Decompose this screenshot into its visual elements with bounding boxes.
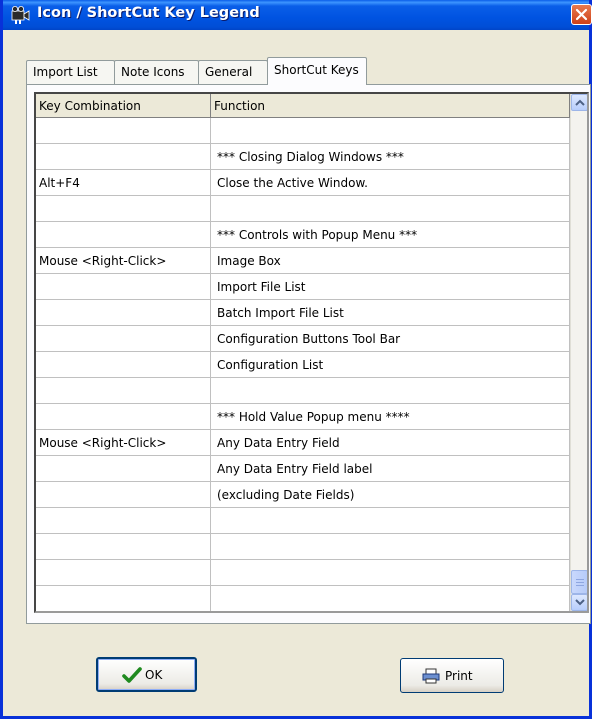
key-combination-cell[interactable]: Mouse <Right-Click> (36, 248, 211, 274)
table-row[interactable]: *** Closing Dialog Windows *** (36, 144, 570, 170)
function-cell[interactable]: Import File List (211, 274, 570, 300)
key-combination-cell[interactable]: Mouse <Right-Click> (36, 430, 211, 456)
function-cell[interactable]: *** Closing Dialog Windows *** (211, 144, 570, 170)
ok-button[interactable]: OK (96, 657, 197, 692)
table-row[interactable]: Any Data Entry Field label (36, 456, 570, 482)
key-combination-cell[interactable] (36, 508, 211, 534)
key-combination-cell[interactable] (36, 118, 211, 144)
print-button[interactable]: Print (400, 658, 504, 693)
film-reel-icon (11, 6, 30, 24)
shortcut-grid[interactable]: Key Combination Function *** Closing Dia… (34, 92, 589, 613)
close-button[interactable] (571, 4, 592, 25)
key-combination-cell[interactable] (36, 274, 211, 300)
table-row[interactable]: *** Hold Value Popup menu **** (36, 404, 570, 430)
key-combination-cell[interactable] (36, 586, 211, 611)
tab-note-icons[interactable]: Note Icons (114, 60, 199, 84)
table-row[interactable] (36, 586, 570, 611)
function-cell[interactable]: Any Data Entry Field label (211, 456, 570, 482)
table-row[interactable]: *** Controls with Popup Menu *** (36, 222, 570, 248)
key-combination-cell[interactable] (36, 456, 211, 482)
table-row[interactable] (36, 196, 570, 222)
column-header-function[interactable]: Function (211, 94, 570, 118)
function-cell[interactable] (211, 534, 570, 560)
column-header-key-combination[interactable]: Key Combination (36, 94, 211, 118)
function-cell[interactable] (211, 586, 570, 611)
function-cell[interactable]: Configuration List (211, 352, 570, 378)
table-row[interactable]: (excluding Date Fields) (36, 482, 570, 508)
table-row[interactable]: Import File List (36, 274, 570, 300)
function-cell[interactable]: Any Data Entry Field (211, 430, 570, 456)
function-cell[interactable]: *** Hold Value Popup menu **** (211, 404, 570, 430)
function-cell[interactable]: Batch Import File List (211, 300, 570, 326)
close-icon (575, 8, 588, 21)
vertical-scrollbar[interactable] (570, 94, 587, 611)
function-cell[interactable] (211, 378, 570, 404)
print-button-label: Print (445, 669, 473, 683)
table-row[interactable] (36, 508, 570, 534)
ok-button-label: OK (145, 668, 163, 682)
function-cell[interactable]: Configuration Buttons Tool Bar (211, 326, 570, 352)
key-combination-cell[interactable] (36, 196, 211, 222)
table-row[interactable]: Mouse <Right-Click> Any Data Entry Field (36, 430, 570, 456)
chevron-up-icon (575, 99, 585, 106)
key-combination-cell[interactable] (36, 560, 211, 586)
title-bar[interactable]: Icon / ShortCut Key Legend (3, 0, 592, 30)
key-combination-cell[interactable] (36, 482, 211, 508)
table-row[interactable]: Configuration Buttons Tool Bar (36, 326, 570, 352)
scroll-thumb[interactable] (571, 570, 587, 594)
key-combination-cell[interactable] (36, 300, 211, 326)
key-combination-cell[interactable] (36, 378, 211, 404)
tab-shortcut-keys[interactable]: ShortCut Keys (267, 57, 367, 85)
function-cell[interactable]: *** Controls with Popup Menu *** (211, 222, 570, 248)
function-cell[interactable] (211, 196, 570, 222)
table-row[interactable]: Configuration List (36, 352, 570, 378)
function-cell[interactable] (211, 508, 570, 534)
table-row[interactable]: Mouse <Right-Click> Image Box (36, 248, 570, 274)
key-combination-cell[interactable] (36, 534, 211, 560)
key-combination-cell[interactable] (36, 404, 211, 430)
chevron-down-icon (575, 599, 585, 606)
tab-import-list[interactable]: Import List (26, 60, 115, 84)
table-row[interactable] (36, 560, 570, 586)
key-combination-cell[interactable] (36, 326, 211, 352)
tab-general[interactable]: General (198, 60, 268, 84)
key-combination-cell[interactable] (36, 144, 211, 170)
scroll-up-button[interactable] (571, 94, 587, 111)
function-cell[interactable] (211, 560, 570, 586)
grid-header: Key Combination Function (36, 94, 570, 118)
table-row[interactable] (36, 378, 570, 404)
dialog-window: Icon / ShortCut Key Legend Import List N… (0, 0, 592, 719)
table-row[interactable]: Batch Import File List (36, 300, 570, 326)
key-combination-cell[interactable] (36, 352, 211, 378)
checkmark-icon (122, 667, 142, 687)
key-combination-cell[interactable]: Alt+F4 (36, 170, 211, 196)
function-cell[interactable]: Image Box (211, 248, 570, 274)
table-row[interactable] (36, 118, 570, 144)
table-row[interactable] (36, 534, 570, 560)
function-cell[interactable]: (excluding Date Fields) (211, 482, 570, 508)
table-row[interactable]: Alt+F4 Close the Active Window. (36, 170, 570, 196)
window-title: Icon / ShortCut Key Legend (37, 5, 260, 21)
function-cell[interactable] (211, 118, 570, 144)
printer-icon (422, 668, 440, 687)
key-combination-cell[interactable] (36, 222, 211, 248)
scroll-down-button[interactable] (571, 594, 587, 611)
function-cell[interactable]: Close the Active Window. (211, 170, 570, 196)
